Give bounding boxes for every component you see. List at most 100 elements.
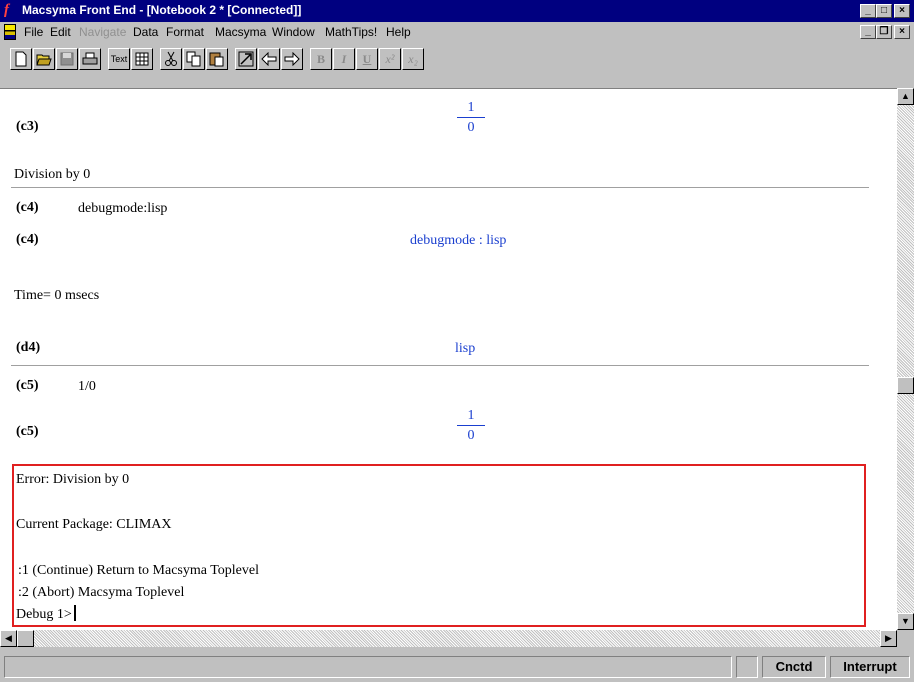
scroll-right-button[interactable]: ▶ (880, 630, 897, 647)
scroll-corner (897, 630, 914, 647)
debug-prompt-line[interactable]: Debug 1> (16, 605, 76, 623)
time-text: Time= 0 msecs (14, 288, 100, 303)
menu-file[interactable]: File (24, 25, 43, 39)
left-arrow-icon (261, 51, 277, 67)
close-button[interactable]: × (894, 4, 910, 18)
save-disk-icon (60, 52, 74, 66)
right-arrow-icon (284, 51, 300, 67)
up-arrow-icon: ▲ (901, 91, 910, 101)
jump-arrow-icon (238, 51, 254, 67)
maximize-icon: □ (880, 5, 888, 16)
debug-error-box[interactable]: Error: Division by 0 Current Package: CL… (12, 464, 866, 627)
c3-message: Division by 0 (14, 167, 91, 182)
title-bar[interactable]: f Macsyma Front End - [Notebook 2 * [Con… (0, 0, 914, 22)
maximize-button[interactable]: □ (876, 4, 892, 18)
c4-output-text: debugmode : lisp (410, 233, 507, 248)
menu-format[interactable]: Format (166, 25, 204, 39)
restart-option-1: :1 (Continue) Return to Macsyma Toplevel (18, 563, 259, 578)
window-title: Macsyma Front End - [Notebook 2 * [Conne… (22, 3, 302, 17)
c5-fraction: 1 0 (456, 407, 486, 446)
d4-output-text: lisp (455, 341, 476, 356)
c5-denominator: 0 (467, 428, 475, 443)
menu-help[interactable]: Help (386, 25, 411, 39)
forward-button[interactable] (281, 48, 303, 70)
underline-label: U (362, 52, 372, 66)
scissors-icon (165, 51, 177, 66)
c3-denominator: 0 (467, 120, 475, 135)
current-package-line: Current Package: CLIMAX (16, 517, 172, 532)
debug-prompt: Debug 1> (16, 607, 72, 622)
new-button[interactable] (10, 48, 32, 70)
text-label: Text (110, 54, 128, 64)
cell-label-c4-output: (c4) (16, 232, 39, 247)
interrupt-button[interactable]: Interrupt (830, 656, 910, 678)
minimize-icon: _ (865, 26, 871, 37)
close-icon: × (899, 26, 905, 37)
toolbar: Text B I U x² x₂ (0, 42, 914, 88)
menu-edit[interactable]: Edit (50, 25, 71, 39)
cell-label-c5-output: (c5) (16, 424, 39, 439)
hyperlink-button[interactable] (235, 48, 257, 70)
copy-icon (186, 51, 201, 67)
minimize-button[interactable]: _ (860, 4, 876, 18)
back-button[interactable] (258, 48, 280, 70)
cell-label-c3: (c3) (16, 119, 39, 134)
restart-option-2: :2 (Abort) Macsyma Toplevel (18, 585, 185, 600)
status-bar: Cnctd Interrupt (0, 650, 914, 682)
cell-label-c4-input: (c4) (16, 200, 39, 215)
table-button[interactable] (131, 48, 153, 70)
open-button[interactable] (33, 48, 55, 70)
doc-restore-button[interactable]: ❐ (876, 25, 892, 39)
horizontal-scrollbar[interactable]: ◀ ▶ (0, 630, 897, 647)
cell-divider (11, 187, 869, 188)
new-document-icon (15, 51, 27, 67)
scroll-up-button[interactable]: ▲ (897, 88, 914, 105)
scroll-thumb[interactable] (897, 377, 914, 394)
save-button[interactable] (56, 48, 78, 70)
cell-label-c5-input: (c5) (16, 378, 39, 393)
cell-label-d4: (d4) (16, 340, 41, 355)
superscript-button[interactable]: x² (379, 48, 401, 70)
cut-button[interactable] (160, 48, 182, 70)
menu-mathtips[interactable]: MathTips! (325, 25, 377, 39)
c5-numerator: 1 (467, 408, 475, 423)
copy-button[interactable] (183, 48, 205, 70)
c4-input-text[interactable]: debugmode:lisp (78, 201, 167, 217)
left-arrow-icon: ◀ (5, 633, 12, 643)
superscript-label: x² (385, 52, 395, 66)
menu-bar: File Edit Navigate Data Format Macsyma W… (0, 22, 914, 42)
c3-fraction: 1 0 (456, 99, 486, 138)
status-message-panel (4, 656, 732, 678)
table-icon (135, 52, 149, 66)
horizontal-scroll-thumb[interactable] (17, 630, 34, 647)
italic-button[interactable]: I (333, 48, 355, 70)
right-arrow-icon: ▶ (885, 633, 892, 643)
printer-icon (82, 52, 98, 65)
paste-button[interactable] (206, 48, 228, 70)
scroll-down-button[interactable]: ▼ (897, 613, 914, 630)
bold-button[interactable]: B (310, 48, 332, 70)
underline-button[interactable]: U (356, 48, 378, 70)
close-icon: × (899, 5, 905, 16)
doc-close-button[interactable]: × (894, 25, 910, 39)
notebook-area[interactable]: (c3) 1 0 Division by 0 (c4) debugmode:li… (0, 88, 897, 630)
text-cell-button[interactable]: Text (108, 48, 130, 70)
subscript-label: x₂ (408, 52, 418, 66)
menu-navigate[interactable]: Navigate (79, 25, 126, 39)
status-indicator-panel (736, 656, 758, 678)
minimize-icon: _ (865, 5, 871, 16)
document-icon[interactable] (4, 24, 16, 40)
restore-icon: ❐ (879, 26, 889, 37)
doc-minimize-button[interactable]: _ (860, 25, 876, 39)
menu-data[interactable]: Data (133, 25, 158, 39)
scroll-left-button[interactable]: ◀ (0, 630, 17, 647)
vertical-scrollbar[interactable]: ▲ ▼ (897, 88, 914, 630)
menu-window[interactable]: Window (272, 25, 315, 39)
c5-input-text[interactable]: 1/0 (78, 379, 96, 395)
open-folder-icon (36, 54, 52, 66)
text-cursor (73, 605, 76, 621)
print-button[interactable] (79, 48, 101, 70)
f-sub-2-icon: f (4, 2, 9, 18)
menu-macsyma[interactable]: Macsyma (215, 25, 266, 39)
subscript-button[interactable]: x₂ (402, 48, 424, 70)
